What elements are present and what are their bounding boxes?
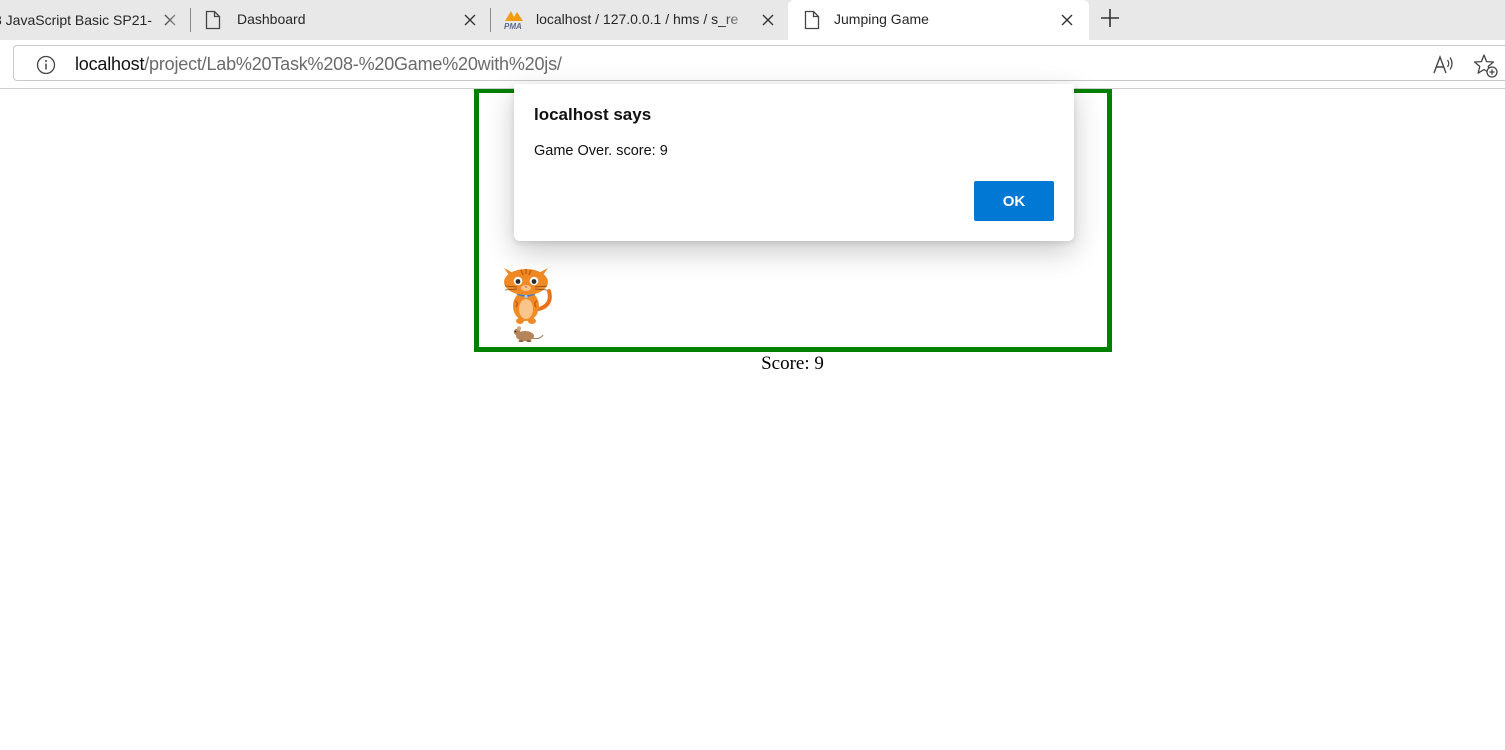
tab-jumping-game[interactable]: Jumping Game	[788, 0, 1089, 40]
url-host: localhost	[75, 54, 145, 74]
score-text: Score: 9	[761, 353, 824, 374]
tab-phpmyadmin[interactable]: PMA localhost / 127.0.0.1 / hms / s_re	[491, 0, 787, 40]
plus-icon	[1100, 8, 1120, 33]
ok-button[interactable]: OK	[974, 181, 1054, 221]
alert-dialog: localhost says Game Over. score: 9 OK	[514, 84, 1074, 241]
tab-dashboard[interactable]: Dashboard	[191, 0, 489, 40]
close-tab-icon[interactable]	[759, 11, 777, 29]
dialog-message: Game Over. score: 9	[534, 143, 668, 159]
address-bar[interactable]: localhost/project/Lab%20Task%208-%20Game…	[13, 45, 1505, 81]
info-icon[interactable]	[36, 55, 56, 75]
tab-javascript-basic[interactable]: 3 JavaScript Basic SP21-	[0, 0, 190, 40]
page-icon	[804, 10, 820, 33]
browser-toolbar: localhost/project/Lab%20Task%208-%20Game…	[0, 40, 1505, 89]
url-path: /project/Lab%20Task%208-%20Game%20with%2…	[144, 54, 562, 74]
tab-title: localhost / 127.0.0.1 / hms / s_re	[536, 11, 739, 27]
close-tab-icon[interactable]	[461, 11, 479, 29]
add-favorite-icon[interactable]	[1473, 53, 1499, 79]
mouse-sprite	[510, 323, 544, 343]
cat-sprite	[495, 261, 557, 325]
page-icon	[205, 10, 221, 33]
tab-strip: 3 JavaScript Basic SP21- Dashboard PMA l…	[0, 0, 1505, 40]
close-tab-icon[interactable]	[161, 11, 179, 29]
svg-text:PMA: PMA	[504, 22, 522, 31]
tab-title: Jumping Game	[834, 11, 929, 27]
tab-title: 3 JavaScript Basic SP21-	[0, 12, 152, 28]
new-tab-button[interactable]	[1097, 7, 1123, 33]
phpmyadmin-icon: PMA	[502, 9, 526, 34]
dialog-title: localhost says	[534, 105, 652, 124]
tab-title: Dashboard	[237, 11, 306, 27]
url-text[interactable]: localhost/project/Lab%20Task%208-%20Game…	[75, 54, 562, 75]
close-tab-icon[interactable]	[1058, 11, 1076, 29]
read-aloud-icon[interactable]	[1432, 54, 1456, 76]
